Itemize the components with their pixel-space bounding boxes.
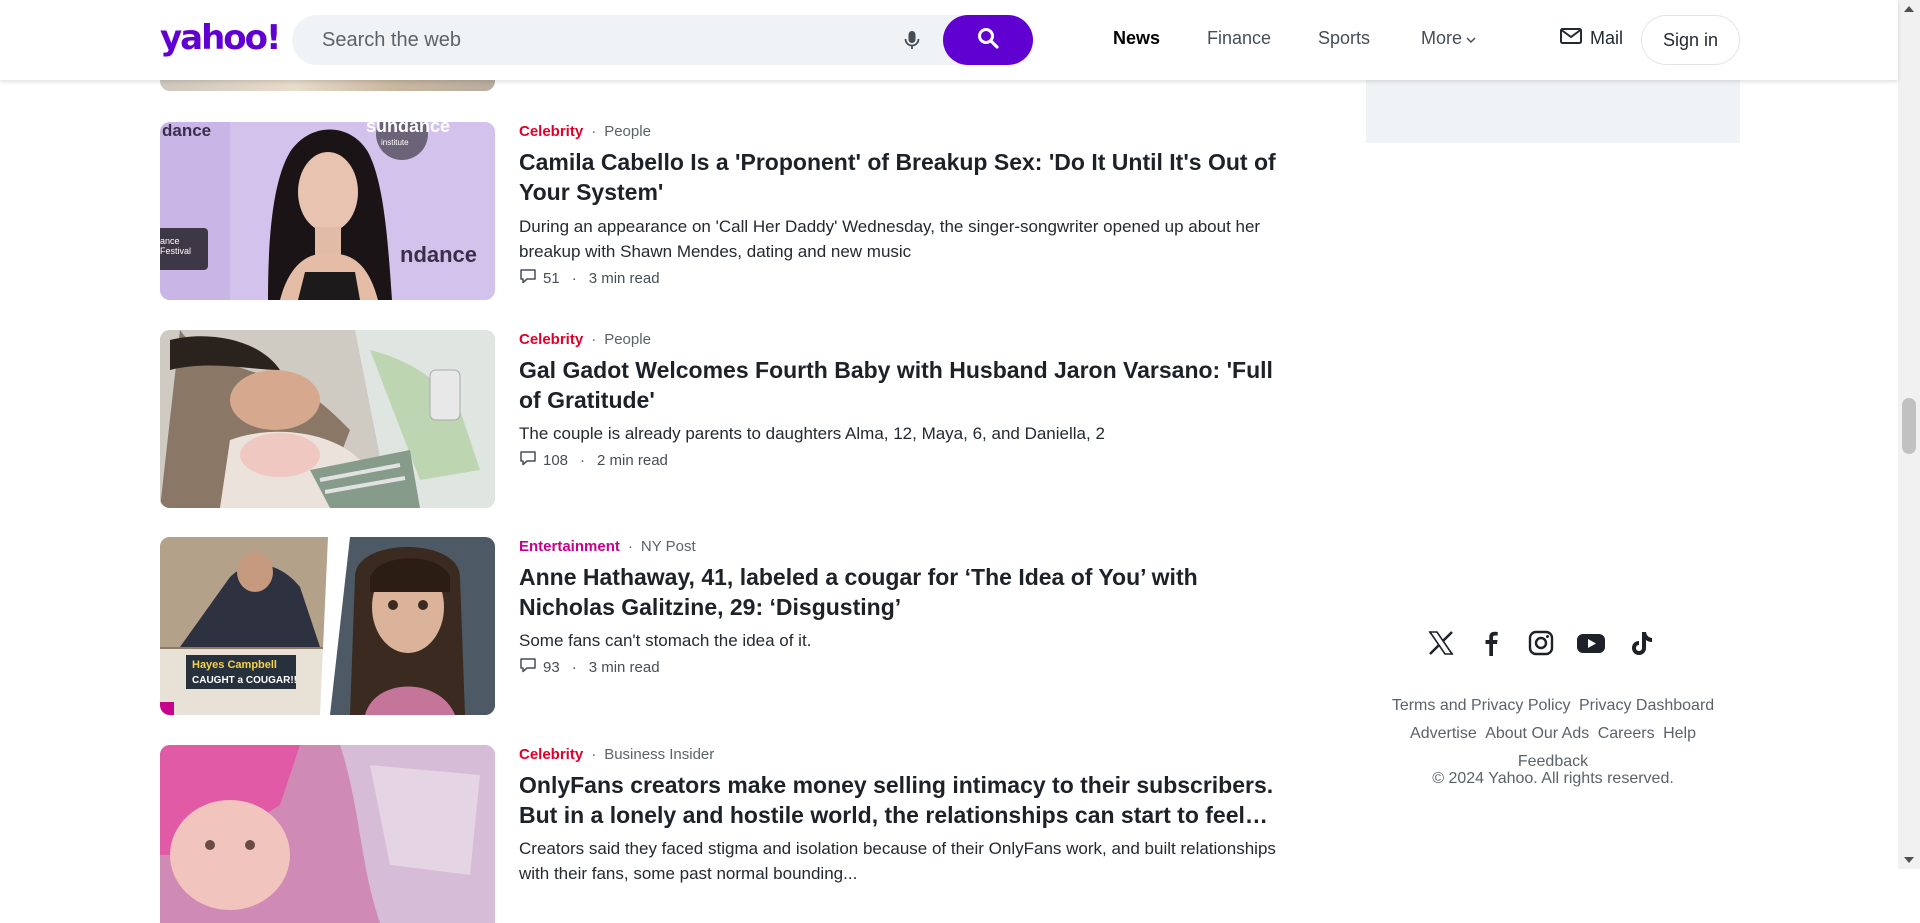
source-label: People (604, 123, 651, 140)
footer-links: Terms and Privacy Policy Privacy Dashboa… (1366, 692, 1740, 776)
search-input[interactable] (322, 25, 882, 55)
source-label: Business Insider (604, 746, 715, 763)
thumb-text-cougar: CAUGHT a COUGAR!! (192, 675, 297, 686)
mail-label: Mail (1590, 28, 1624, 48)
category-label[interactable]: Celebrity (519, 123, 583, 140)
thumb-text-sundance: sundance (366, 122, 450, 136)
source-label: NY Post (640, 538, 696, 555)
article-thumbnail[interactable] (160, 745, 495, 923)
footer-link-advertise[interactable]: Advertise (1410, 725, 1477, 742)
comment-count[interactable]: 51 (543, 270, 560, 287)
footer-link-careers[interactable]: Careers (1598, 725, 1655, 742)
stream-item[interactable]: Celebrity · Business Insider OnlyFans crea… (160, 745, 1276, 923)
facebook-icon[interactable] (1476, 628, 1506, 658)
article-title[interactable]: Anne Hathaway, 41, labeled a cougar for … (519, 562, 1279, 622)
comment-count[interactable]: 108 (543, 452, 568, 469)
search-button[interactable] (943, 15, 1033, 65)
article-stats: 93 · 3 min read (519, 657, 660, 677)
article-summary: The couple is already parents to daughte… (519, 424, 1105, 443)
youtube-icon[interactable] (1576, 628, 1606, 658)
comment-icon[interactable] (519, 268, 537, 288)
article-summary: Some fans can't stomach the idea of it. (519, 631, 812, 650)
nav-more[interactable]: More (1421, 28, 1476, 49)
stream-item[interactable]: Hayes Campbell CAUGHT a COUGAR!! Enterta… (160, 537, 1270, 715)
comment-icon[interactable] (519, 450, 537, 470)
article-meta: Celebrity · People (519, 123, 651, 140)
footer-link-about-ads[interactable]: About Our Ads (1485, 725, 1589, 742)
article-thumbnail[interactable]: Hayes Campbell CAUGHT a COUGAR!! (160, 537, 495, 715)
thumb-text-hayes: Hayes Campbell (192, 659, 277, 671)
top-header: yahoo! News Finance Sports More Mail Sig… (0, 0, 1898, 80)
read-time: 2 min read (597, 451, 668, 469)
article-meta: Celebrity · Business Insider (519, 746, 715, 763)
footer-link-privacy-dashboard[interactable]: Privacy Dashboard (1579, 697, 1714, 714)
thumb-text-festival: Festival (160, 246, 191, 256)
article-thumbnail[interactable]: dance sundance institute ance Festival n… (160, 122, 495, 300)
search-bar (292, 15, 1033, 65)
article-title[interactable]: Camila Cabello Is a 'Proponent' of Break… (519, 147, 1279, 207)
comment-icon[interactable] (519, 657, 537, 677)
thumb-text-ndance: ndance (400, 242, 477, 267)
tiktok-icon[interactable] (1626, 628, 1656, 658)
category-label[interactable]: Celebrity (519, 746, 583, 763)
read-time: 3 min read (588, 658, 660, 676)
footer-link-feedback[interactable]: Feedback (1518, 753, 1588, 770)
category-label[interactable]: Celebrity (519, 331, 583, 348)
stream-item[interactable]: Celebrity · People Gal Gadot Welcomes Four… (160, 330, 1273, 508)
social-links (1426, 628, 1656, 658)
thumb-text-ance: ance (160, 236, 180, 246)
nav-sports[interactable]: Sports (1318, 28, 1370, 49)
article-summary: During an appearance on 'Call Her Daddy'… (519, 217, 1261, 261)
article-title[interactable]: OnlyFans creators make money selling int… (519, 770, 1279, 830)
read-time: 3 min read (588, 269, 660, 287)
yahoo-logo[interactable]: yahoo! (160, 18, 282, 58)
nav-finance[interactable]: Finance (1207, 28, 1271, 49)
footer-link-terms[interactable]: Terms and Privacy Policy (1392, 697, 1571, 714)
article-stats: 108 · 2 min read (519, 450, 668, 470)
source-label: People (604, 331, 651, 348)
article-meta: Entertainment · NY Post (519, 538, 696, 555)
article-meta: Celebrity · People (519, 331, 651, 348)
search-icon (977, 27, 999, 54)
article-thumbnail[interactable] (160, 330, 495, 508)
instagram-icon[interactable] (1526, 628, 1556, 658)
nav-news[interactable]: News (1113, 28, 1160, 49)
sign-in-button[interactable]: Sign in (1641, 15, 1740, 65)
thumb-text-institute: institute (381, 138, 409, 147)
stream-item[interactable]: dance sundance institute ance Festival n… (160, 122, 1276, 300)
mail-icon (1560, 28, 1582, 49)
page-scrollbar[interactable] (1898, 0, 1920, 869)
mail-link[interactable]: Mail (1560, 28, 1623, 49)
nav-more-label: More (1421, 28, 1463, 48)
article-title[interactable]: Gal Gadot Welcomes Fourth Baby with Husb… (519, 355, 1279, 415)
copyright-text: © 2024 Yahoo. All rights reserved. (1432, 770, 1674, 787)
scrollbar-thumb[interactable] (1902, 398, 1916, 454)
thumb-text-left: dance (162, 122, 211, 140)
x-icon[interactable] (1426, 628, 1456, 658)
article-summary: Creators said they faced stigma and isol… (519, 839, 1276, 883)
category-label[interactable]: Entertainment (519, 538, 620, 555)
footer-link-help[interactable]: Help (1663, 725, 1696, 742)
comment-count[interactable]: 93 (543, 659, 560, 676)
chevron-down-icon (1466, 28, 1476, 49)
scroll-down-arrow-icon[interactable] (1904, 857, 1914, 863)
scroll-up-arrow-icon[interactable] (1904, 6, 1914, 12)
article-stats: 51 · 3 min read (519, 268, 660, 288)
microphone-icon[interactable] (900, 28, 924, 52)
